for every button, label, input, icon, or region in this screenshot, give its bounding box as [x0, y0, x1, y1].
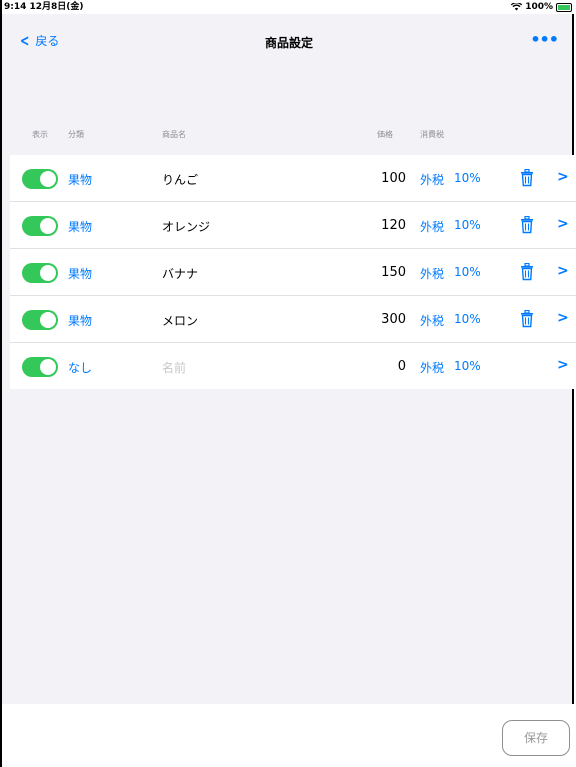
app-frame: 9:14 12月8日(金) 100% < 戻る 商品設定 ••• 表示 分類 商…: [0, 0, 576, 767]
tax-cell[interactable]: 外税 10%: [420, 359, 481, 376]
tax-rate: 10%: [454, 171, 481, 185]
product-name-cell[interactable]: りんご: [162, 171, 198, 188]
product-name-cell[interactable]: バナナ: [162, 265, 198, 282]
header-name: 商品名: [162, 130, 186, 139]
table-row: なし 名前 0 外税 10% >: [10, 343, 576, 389]
tax-cell[interactable]: 外税 10%: [420, 171, 481, 188]
header-category: 分類: [68, 130, 84, 139]
toggle-knob: [40, 218, 56, 234]
tax-type: 外税: [420, 361, 445, 375]
save-button[interactable]: 保存: [502, 720, 570, 756]
toggle-knob: [40, 265, 56, 281]
category-cell[interactable]: なし: [68, 359, 92, 376]
tax-rate: 10%: [454, 218, 481, 232]
chevron-right-icon[interactable]: >: [557, 169, 569, 185]
header-price: 価格: [377, 130, 393, 139]
trash-icon[interactable]: [520, 216, 534, 234]
tax-rate: 10%: [454, 312, 481, 326]
table-row: 果物 オレンジ 120 外税 10% >: [10, 202, 576, 249]
bottom-toolbar: 保存: [2, 704, 576, 767]
wifi-icon: [511, 3, 523, 11]
status-time: 9:14 12月8日(金): [4, 2, 84, 12]
table-row: 果物 バナナ 150 外税 10% >: [10, 249, 576, 296]
battery-percent: 100%: [525, 2, 553, 12]
price-cell[interactable]: 120: [381, 218, 406, 233]
table-row: 果物 りんご 100 外税 10% >: [10, 155, 576, 202]
category-cell[interactable]: 果物: [68, 265, 92, 282]
category-cell[interactable]: 果物: [68, 218, 92, 235]
product-name-cell[interactable]: メロン: [162, 312, 198, 329]
price-cell[interactable]: 0: [398, 359, 406, 374]
price-cell[interactable]: 150: [381, 265, 406, 280]
toggle-knob: [40, 359, 56, 375]
visibility-toggle[interactable]: [22, 310, 58, 330]
product-name-field[interactable]: 名前: [162, 359, 186, 376]
trash-icon[interactable]: [520, 263, 534, 281]
more-menu-button[interactable]: •••: [530, 30, 559, 49]
chevron-right-icon[interactable]: >: [557, 216, 569, 232]
chevron-right-icon[interactable]: >: [557, 263, 569, 279]
chevron-right-icon[interactable]: >: [557, 310, 569, 326]
visibility-toggle[interactable]: [22, 216, 58, 236]
battery-icon: [556, 2, 572, 12]
chevron-right-icon[interactable]: >: [557, 357, 569, 373]
tax-cell[interactable]: 外税 10%: [420, 265, 481, 282]
tax-type: 外税: [420, 220, 445, 234]
tax-type: 外税: [420, 173, 445, 187]
tax-type: 外税: [420, 267, 445, 281]
tax-cell[interactable]: 外税 10%: [420, 218, 481, 235]
price-cell[interactable]: 300: [381, 312, 406, 327]
tax-rate: 10%: [454, 265, 481, 279]
visibility-toggle[interactable]: [22, 169, 58, 189]
trash-icon[interactable]: [520, 310, 534, 328]
category-cell[interactable]: 果物: [68, 171, 92, 188]
trash-icon[interactable]: [520, 169, 534, 187]
tax-type: 外税: [420, 314, 445, 328]
visibility-toggle[interactable]: [22, 263, 58, 283]
navigation-bar: < 戻る 商品設定 •••: [2, 14, 576, 64]
page-title: 商品設定: [264, 36, 313, 50]
price-cell[interactable]: 100: [381, 171, 406, 186]
tax-cell[interactable]: 外税 10%: [420, 312, 481, 329]
status-right: 100%: [511, 0, 572, 14]
category-cell[interactable]: 果物: [68, 312, 92, 329]
status-bar: 9:14 12月8日(金) 100%: [2, 0, 576, 14]
toggle-knob: [40, 312, 56, 328]
table-row: 果物 メロン 300 外税 10% >: [10, 296, 576, 343]
toggle-knob: [40, 171, 56, 187]
product-table: 果物 りんご 100 外税 10% > 果物 オレンジ 120 外税 10% > 果物 バナナ 150 外税 1…: [10, 155, 576, 389]
header-tax: 消費税: [420, 130, 444, 139]
product-name-cell[interactable]: オレンジ: [162, 218, 210, 235]
visibility-toggle[interactable]: [22, 357, 58, 377]
header-show: 表示: [32, 130, 48, 139]
tax-rate: 10%: [454, 359, 481, 373]
